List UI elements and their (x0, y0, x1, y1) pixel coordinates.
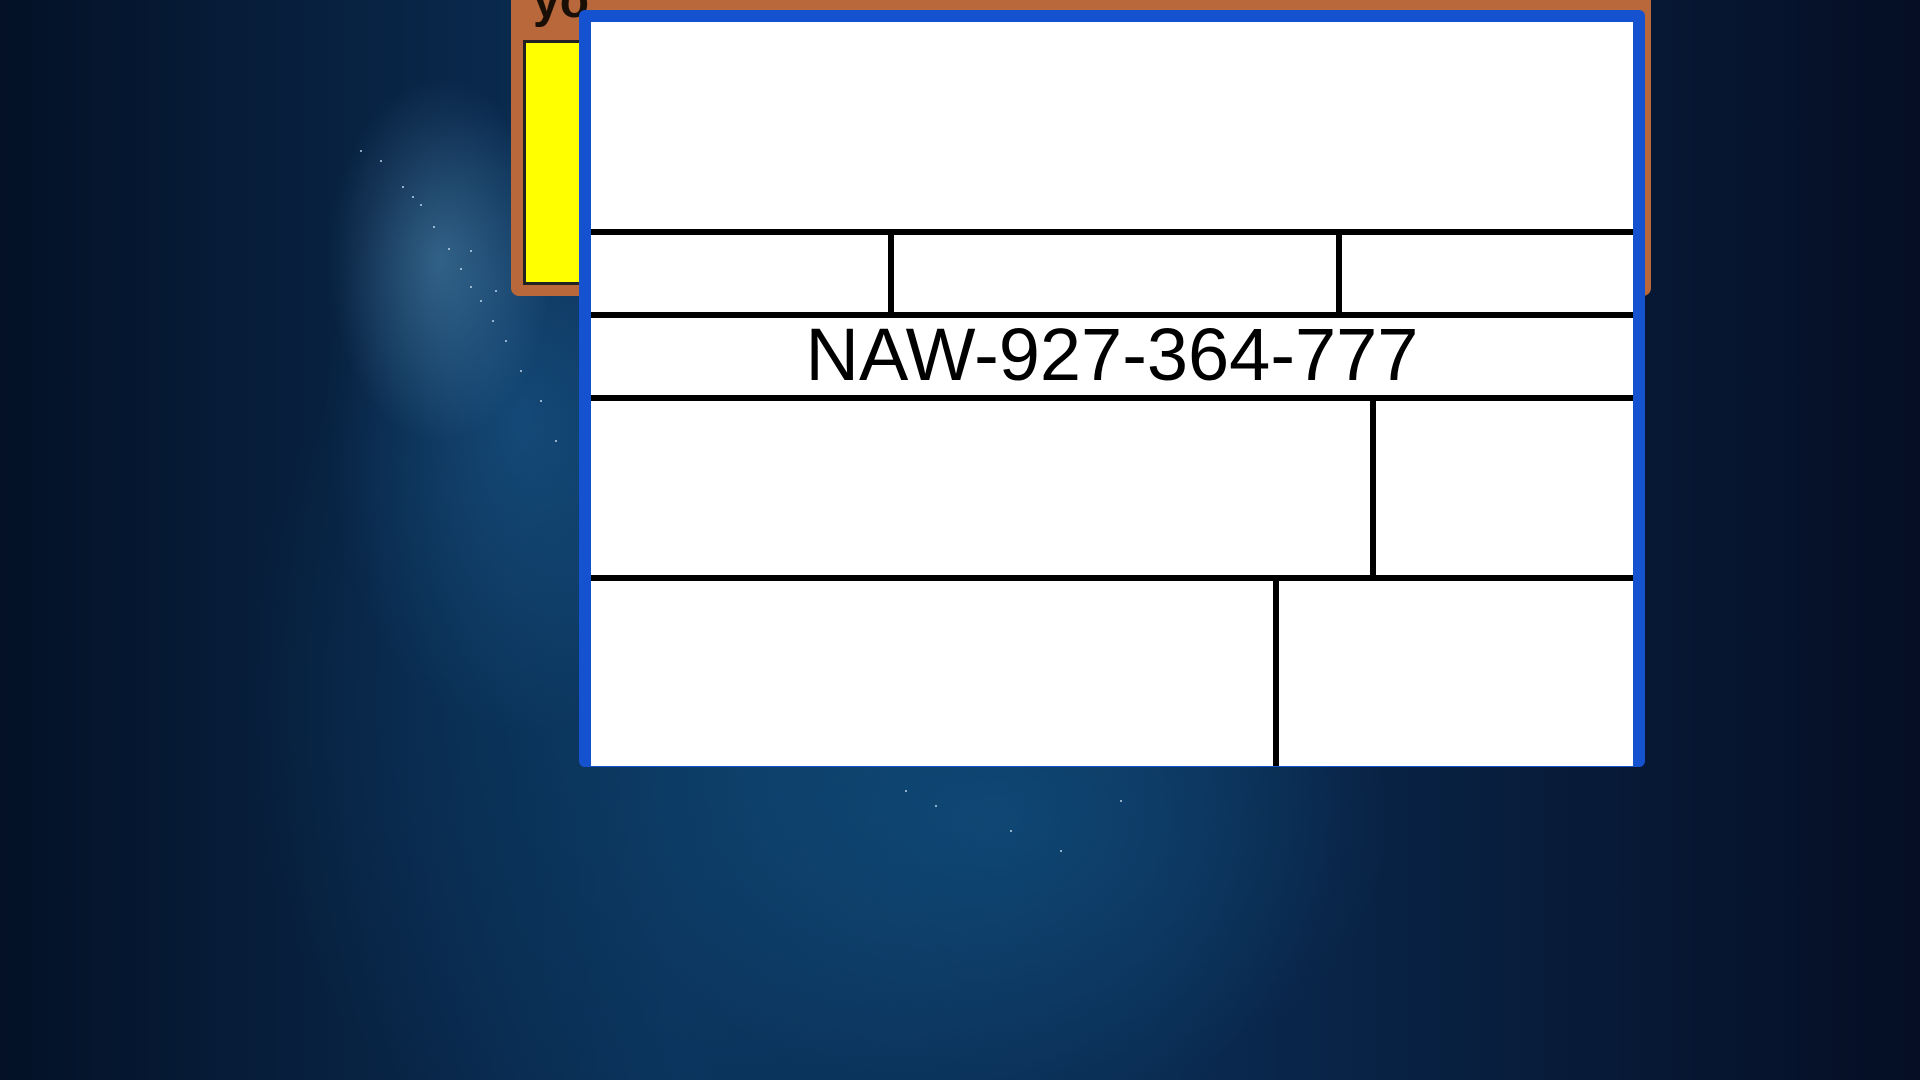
cell-divider-3 (1370, 395, 1376, 581)
main-window-content: NAW-927-364-777 (591, 22, 1633, 766)
divider-4 (591, 575, 1633, 581)
main-window[interactable]: NAW-927-364-777 (579, 10, 1645, 767)
cell-divider-1 (888, 229, 894, 318)
divider-1 (591, 229, 1633, 235)
cell-divider-4 (1273, 575, 1279, 766)
cell-divider-2 (1336, 229, 1342, 318)
id-label: NAW-927-364-777 (805, 313, 1419, 396)
